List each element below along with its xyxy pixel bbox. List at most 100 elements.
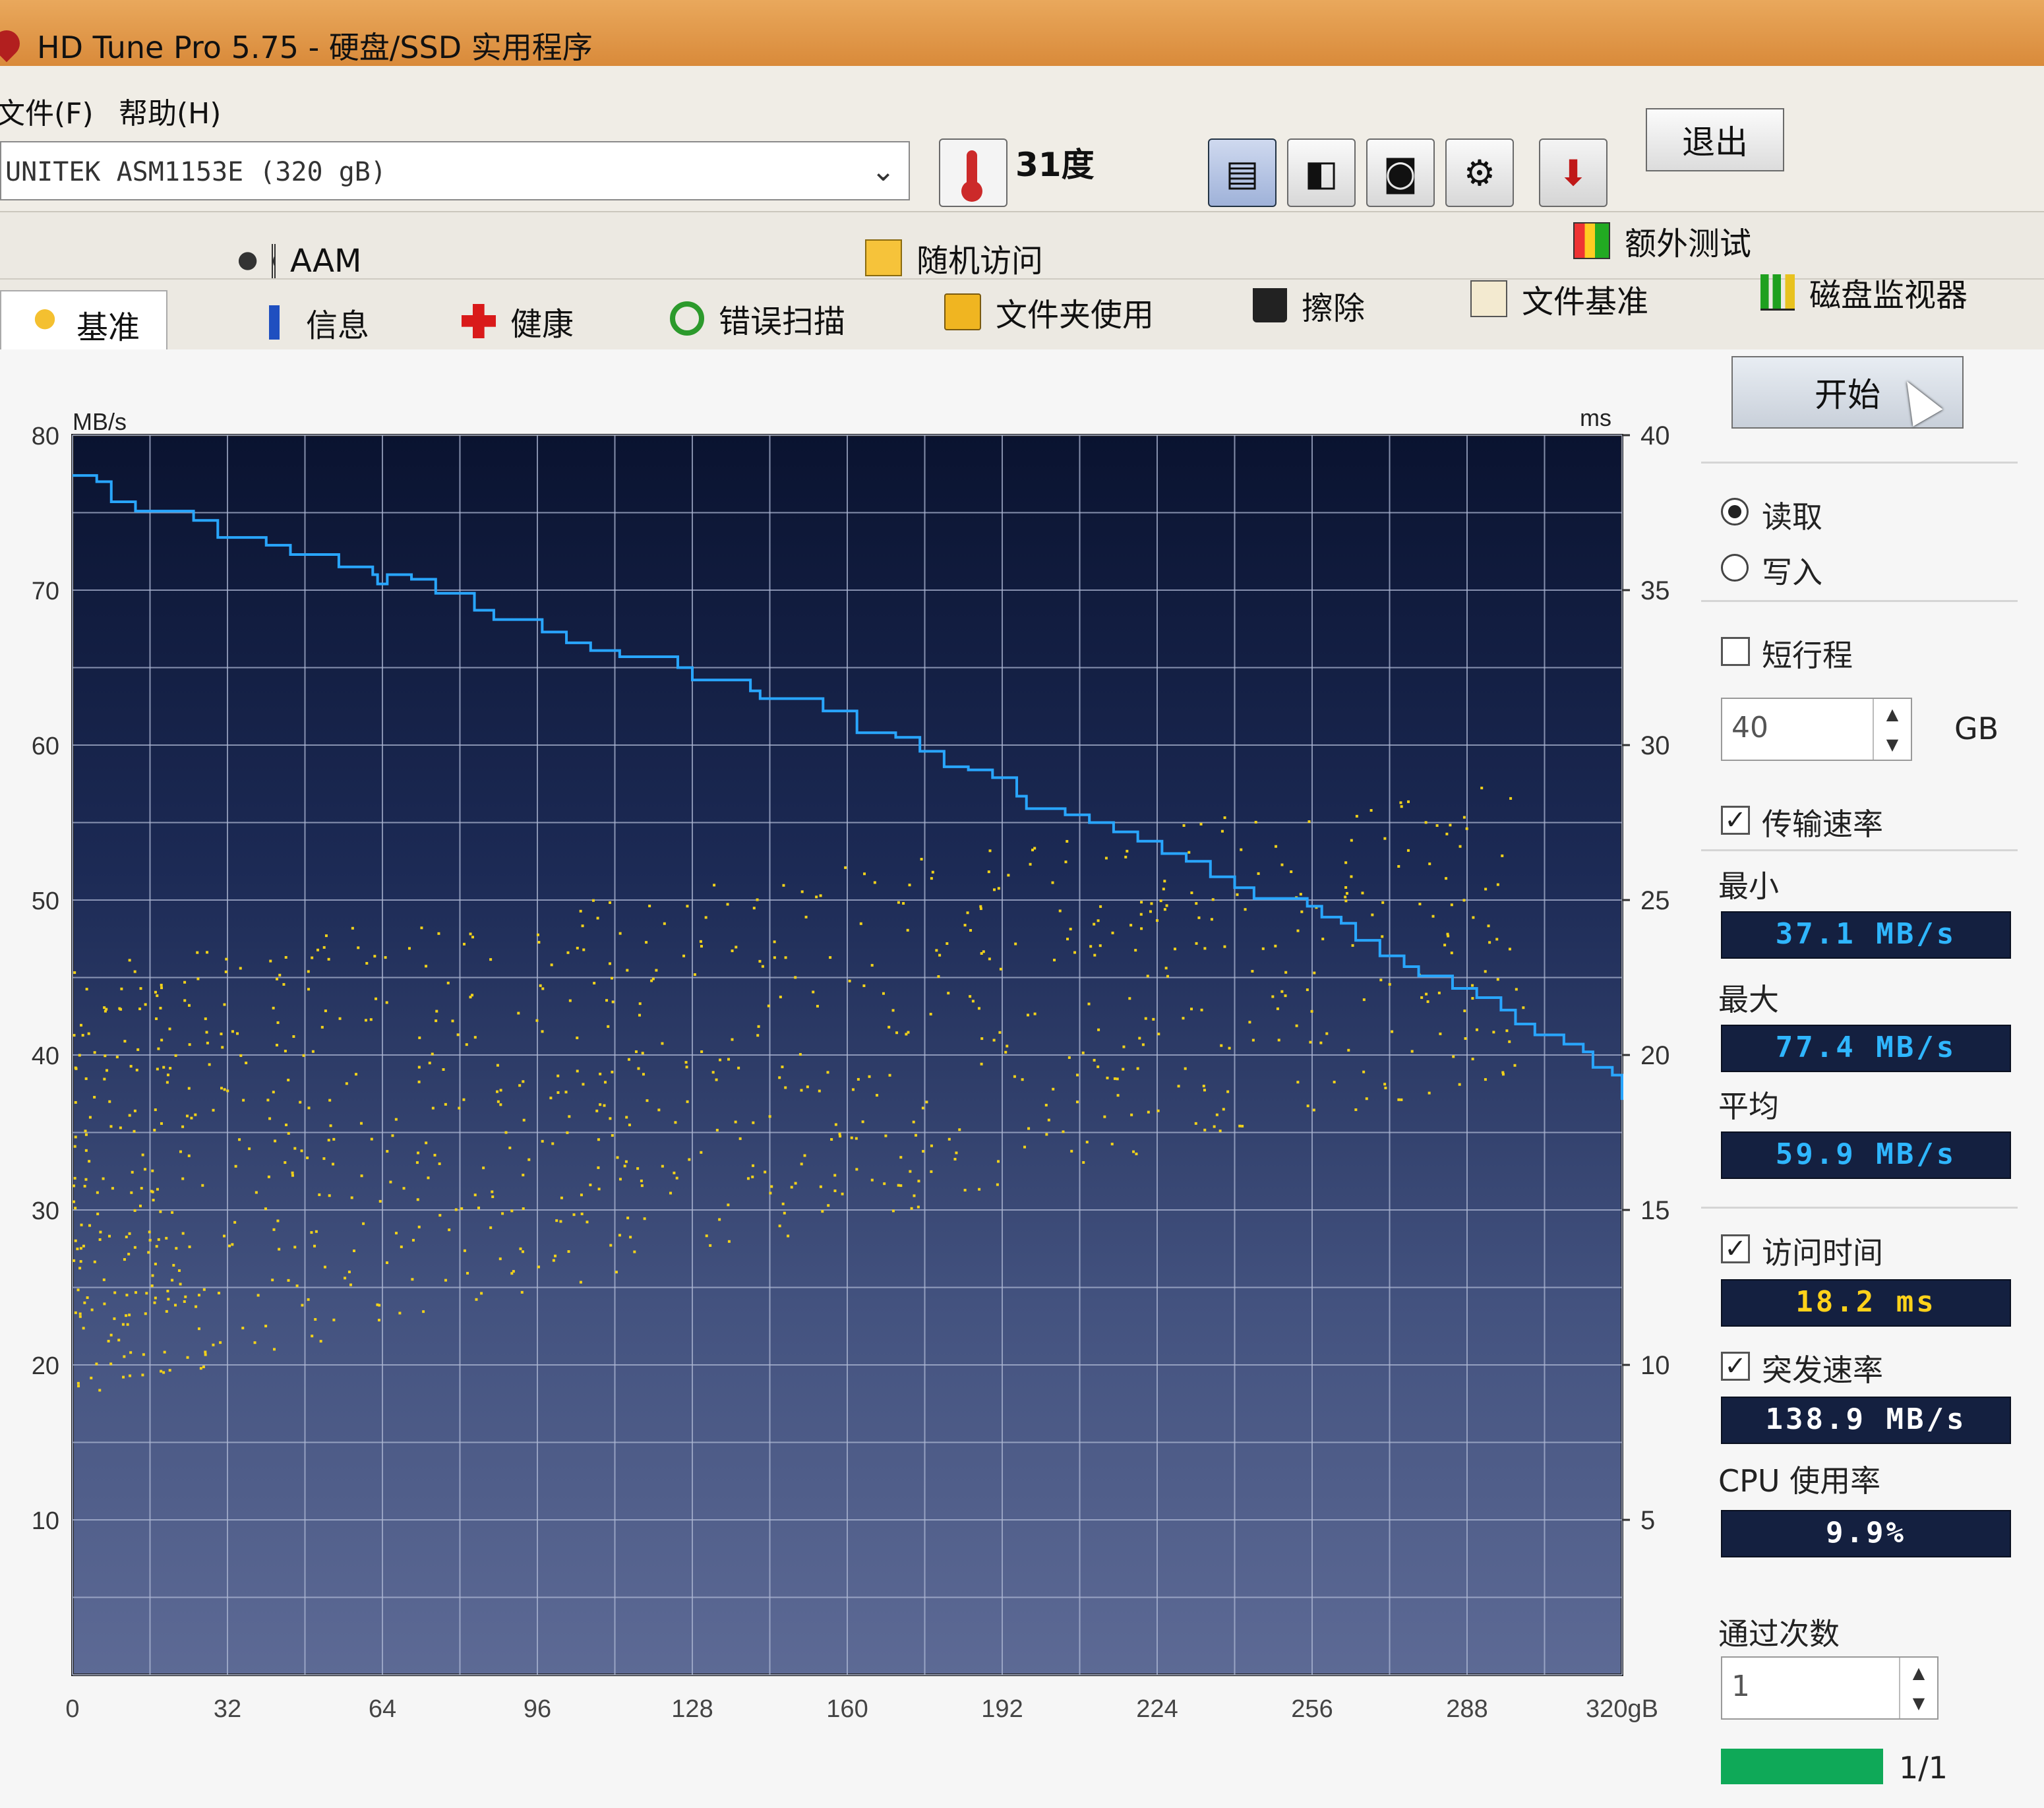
access-time-point <box>888 1073 891 1077</box>
access-time-point <box>181 1125 185 1128</box>
disk-monitor-icon <box>1760 274 1795 311</box>
access-time-point <box>133 1209 136 1212</box>
tab-error-scan[interactable]: 错误扫描 <box>670 295 845 342</box>
divider <box>1701 1207 2018 1209</box>
tab-disk-monitor[interactable]: 磁盘监视器 <box>1760 269 1968 315</box>
access-time-point <box>300 1149 303 1153</box>
access-time-point <box>751 1175 754 1178</box>
access-time-point <box>566 951 570 954</box>
access-time-point <box>398 1311 402 1315</box>
access-time-point <box>998 1031 1002 1034</box>
copy-text-icon[interactable]: ▤ <box>1208 138 1277 207</box>
passes-spinner[interactable]: 1 ▲ ▼ <box>1721 1656 1939 1720</box>
tab-extra-tests[interactable]: 额外测试 <box>1573 218 1751 264</box>
access-time-point <box>1295 1024 1298 1027</box>
access-time-point <box>1223 816 1226 820</box>
access-time-point <box>444 1102 447 1106</box>
access-time-point <box>1379 979 1383 982</box>
access-time-point <box>1450 951 1453 955</box>
access-time-point <box>463 1249 466 1252</box>
access-time-point <box>946 942 949 945</box>
access-time-point <box>266 1099 270 1102</box>
access-time-point <box>582 948 586 951</box>
tab-benchmark[interactable]: 基准 <box>0 290 168 357</box>
access-time-point <box>264 1325 268 1328</box>
drive-select[interactable]: UNITEK ASM1153E (320 gB) ⌄ <box>0 141 910 200</box>
access-time-point <box>784 956 787 959</box>
access-time-point <box>1244 908 1247 911</box>
access-time-point <box>1351 944 1354 947</box>
access-time-point <box>1488 941 1491 944</box>
chevron-down-icon[interactable]: ⌄ <box>871 154 895 188</box>
access-time-point <box>82 1327 85 1330</box>
tab-aam[interactable]: AAM <box>237 243 361 280</box>
exit-button[interactable]: 退出 <box>1646 108 1784 171</box>
tab-folder-usage[interactable]: 文件夹使用 <box>944 289 1154 335</box>
burst-rate-checkbox[interactable]: ✓ <box>1721 1352 1750 1381</box>
access-time-point <box>1383 837 1387 840</box>
tab-file-benchmark[interactable]: 文件基准 <box>1470 276 1648 322</box>
access-time-point <box>129 1374 132 1377</box>
access-time-point <box>1130 1113 1133 1116</box>
spinner-arrows-icon[interactable]: ▲ ▼ <box>1899 1658 1937 1718</box>
access-time-point <box>550 963 553 967</box>
access-time-point <box>435 1009 438 1013</box>
access-time-point <box>1163 880 1166 883</box>
access-time-point <box>76 1248 79 1251</box>
access-time-point <box>1236 893 1239 896</box>
app-logo-icon <box>0 24 26 63</box>
access-time-point <box>980 1062 983 1066</box>
access-time-point <box>711 1071 715 1074</box>
camera-icon[interactable]: ◙ <box>1366 138 1435 207</box>
access-time-point <box>1240 848 1243 851</box>
access-time-point <box>108 1100 111 1103</box>
access-time-point <box>1362 998 1366 1002</box>
access-time-point <box>1505 1029 1509 1033</box>
copy-screenshot-icon[interactable]: ◧ <box>1287 138 1356 207</box>
access-time-point <box>1522 1006 1525 1009</box>
access-time-point <box>1045 1133 1048 1136</box>
access-time-point <box>1472 916 1475 919</box>
access-time-point <box>1354 1108 1358 1111</box>
access-time-point <box>218 1292 221 1295</box>
settings-icon[interactable]: ⚙ <box>1445 138 1514 207</box>
access-time-point <box>634 1050 638 1054</box>
access-time-point <box>1388 982 1391 986</box>
access-time-point <box>433 1153 436 1157</box>
access-time-point <box>1122 1068 1125 1071</box>
menu-file[interactable]: 文件(F) <box>0 90 94 132</box>
tab-erase[interactable]: 擦除 <box>1253 282 1365 328</box>
tab-random-access[interactable]: 随机访问 <box>865 235 1043 281</box>
access-time-point <box>1435 824 1439 828</box>
access-time-point <box>1122 1045 1126 1048</box>
access-time-point <box>73 1259 76 1262</box>
write-radio[interactable] <box>1721 554 1749 582</box>
menu-help[interactable]: 帮助(H) <box>119 90 221 132</box>
short-stroke-spinner[interactable]: 40 ▲ ▼ <box>1721 698 1912 761</box>
access-time-point <box>79 1247 82 1250</box>
spinner-arrows-icon[interactable]: ▲ ▼ <box>1873 699 1911 760</box>
access-time-point <box>202 1288 206 1291</box>
access-time-point <box>109 1333 113 1337</box>
access-time-point <box>833 1174 837 1177</box>
access-time-point <box>417 1151 420 1155</box>
access-time-point <box>362 1222 365 1225</box>
read-radio[interactable] <box>1721 498 1749 526</box>
access-time-point <box>572 1213 576 1217</box>
access-time-point <box>77 1385 80 1388</box>
access-time-point <box>806 1085 809 1089</box>
access-time-point <box>812 990 815 994</box>
access-time-point <box>987 870 990 874</box>
transfer-rate-checkbox[interactable]: ✓ <box>1721 806 1750 835</box>
tab-info[interactable]: 信息 <box>257 299 369 346</box>
short-stroke-checkbox[interactable] <box>1721 637 1750 666</box>
access-time-checkbox[interactable]: ✓ <box>1721 1234 1750 1263</box>
tab-health[interactable]: 健康 <box>462 298 574 344</box>
access-time-point <box>1277 1039 1280 1042</box>
x-tick-label: 224 <box>1136 1695 1178 1723</box>
access-time-point <box>1361 891 1364 895</box>
access-time-point <box>417 1225 421 1228</box>
access-time-point <box>272 1228 276 1231</box>
save-down-icon[interactable]: ⬇ <box>1539 138 1608 207</box>
access-time-point <box>1501 1073 1505 1076</box>
